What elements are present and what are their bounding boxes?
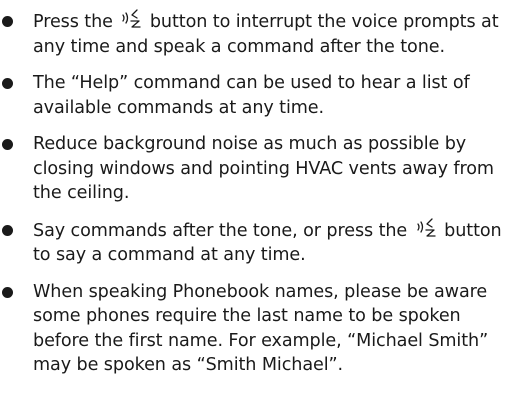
tip-text: When speaking Phonebook names, please be… [33, 281, 489, 376]
tip-item-interrupt-prompts: Press the button to interrupt the voice … [0, 9, 507, 59]
bullet-dot [2, 139, 13, 150]
bullet-dot [2, 78, 13, 89]
tip-text: The “Help” command can be used to hear a… [33, 73, 470, 118]
voice-button-icon [415, 217, 437, 238]
tips-list: Press the button to interrupt the voice … [0, 9, 507, 390]
tip-text: Reduce background noise as much as possi… [33, 134, 494, 203]
bullet-dot [2, 16, 13, 27]
tip-text-before-icon: Say commands after the tone, or press th… [33, 220, 413, 241]
tip-item-phonebook-names: When speaking Phonebook names, please be… [0, 280, 507, 378]
tip-item-reduce-noise: Reduce background noise as much as possi… [0, 132, 507, 206]
bullet-dot [2, 224, 13, 236]
tip-item-help-command: The “Help” command can be used to hear a… [0, 71, 507, 120]
tip-text-before-icon: Press the [33, 12, 119, 32]
tip-item-say-commands: Say commands after the tone, or press th… [0, 217, 507, 268]
bullet-dot [2, 286, 13, 298]
voice-button-icon [120, 9, 142, 29]
